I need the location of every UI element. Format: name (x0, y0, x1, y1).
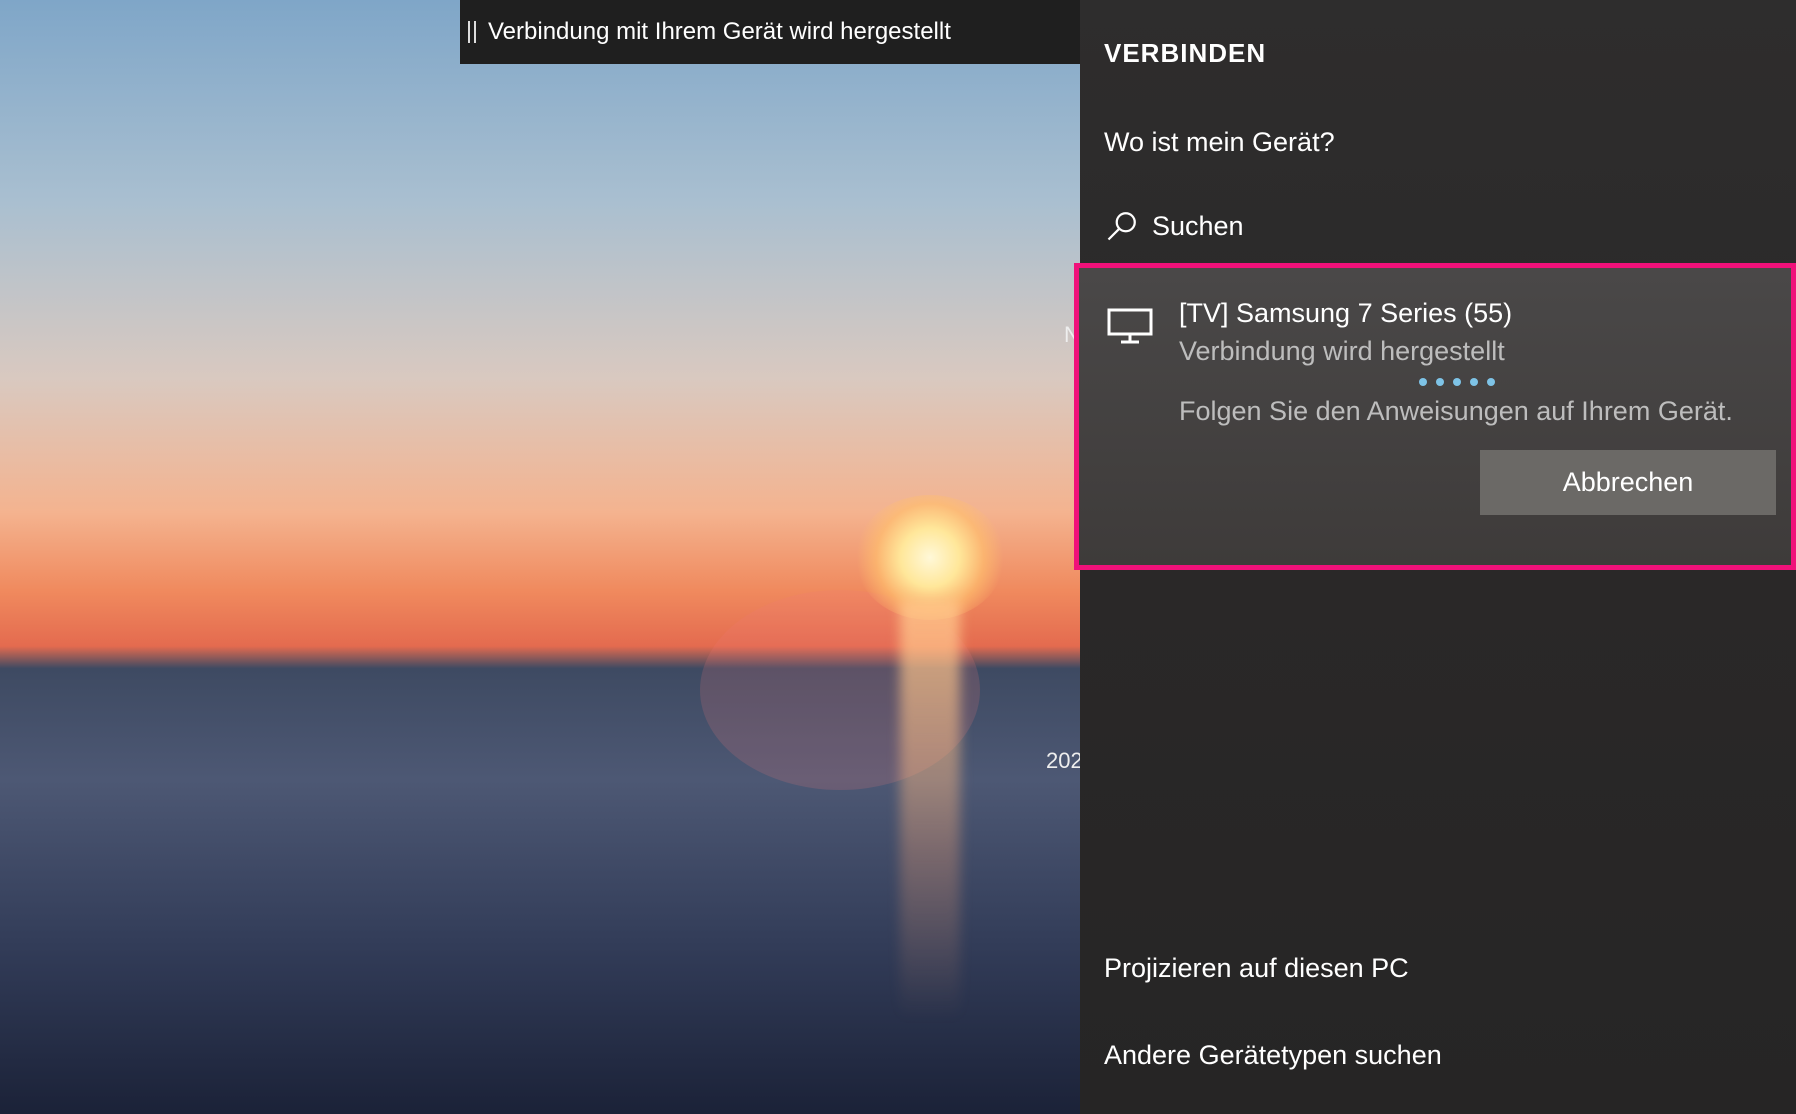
where-is-my-device-link[interactable]: Wo ist mein Gerät? (1104, 127, 1335, 158)
progress-dots (1419, 378, 1495, 386)
panel-title: VERBINDEN (1104, 38, 1267, 68)
monitor-icon (1107, 308, 1153, 344)
device-item[interactable]: [TV] Samsung 7 Series (55) Verbindung wi… (1074, 263, 1796, 570)
project-to-this-pc-link[interactable]: Projizieren auf diesen PC (1104, 953, 1409, 984)
search-button[interactable]: Suchen (1104, 208, 1244, 244)
drag-handle[interactable] (468, 21, 476, 43)
search-label: Suchen (1152, 210, 1244, 241)
find-other-device-types-link[interactable]: Andere Gerätetypen suchen (1104, 1040, 1442, 1071)
cancel-button[interactable]: Abbrechen (1480, 450, 1776, 515)
device-name: [TV] Samsung 7 Series (55) (1179, 298, 1513, 328)
device-instruction: Folgen Sie den Anweisungen auf Ihrem Ger… (1179, 396, 1733, 426)
sun-reflection (900, 600, 960, 1020)
desktop-text: 202 (1046, 748, 1083, 773)
toolbar-title: Verbindung mit Ihrem Gerät wird hergeste… (488, 18, 951, 45)
search-icon (1107, 212, 1136, 241)
device-status: Verbindung wird hergestellt (1179, 336, 1505, 366)
